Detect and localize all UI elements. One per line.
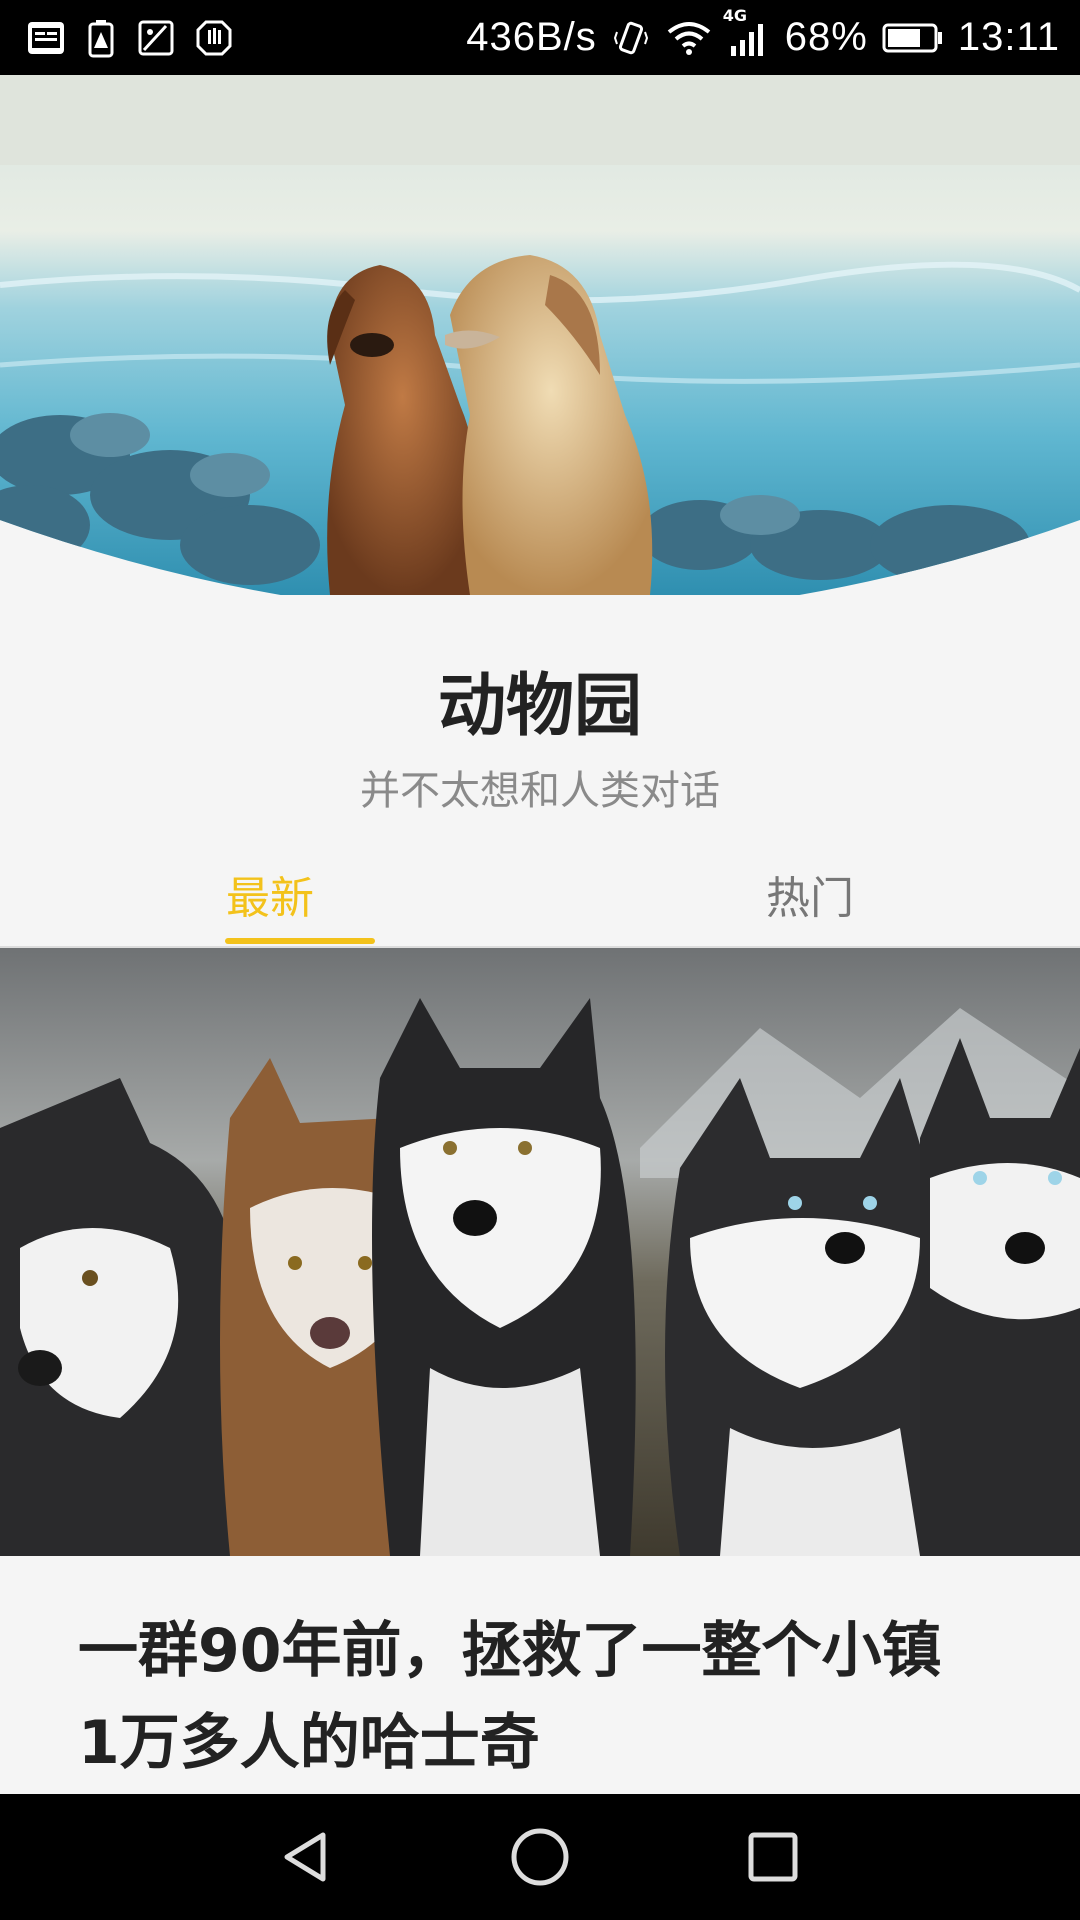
network-type: 4G: [722, 5, 748, 25]
battery-warning-icon: [84, 18, 118, 58]
article-cover-image[interactable]: [0, 948, 1080, 1556]
recents-icon[interactable]: [728, 1812, 818, 1902]
vibrate-icon: [611, 18, 651, 58]
status-right: 436B/s 4G 68% 13:11: [466, 6, 1060, 60]
toutiao-app-icon: [26, 18, 66, 58]
hero-dogs-image: [0, 75, 1080, 595]
battery-percent: 68%: [784, 15, 868, 59]
page-subtitle: 并不太想和人类对话: [360, 768, 720, 814]
back-icon[interactable]: [262, 1812, 352, 1902]
tab-bar: 最新 热门: [0, 840, 1080, 948]
hand-icon: [194, 18, 234, 58]
wifi-icon: [665, 18, 713, 58]
system-nav-bar: [0, 1794, 1080, 1920]
net-speed: 436B/s: [466, 15, 597, 59]
status-bar: 436B/s 4G 68% 13:11: [0, 0, 1080, 75]
huskies-image: [0, 948, 1080, 1556]
image-icon: [136, 18, 176, 58]
tab-active-indicator: [225, 938, 375, 944]
home-icon[interactable]: [495, 1812, 585, 1902]
clock: 13:11: [957, 15, 1060, 59]
tab-latest[interactable]: 最新: [0, 840, 540, 948]
article-title[interactable]: 一群90年前，拯救了一整个小镇1万多人的哈士奇: [78, 1605, 978, 1789]
battery-icon: [882, 21, 944, 55]
page-title: 动物园: [437, 667, 642, 746]
signal-icon: 4G: [723, 6, 771, 58]
hero-banner: [0, 75, 1080, 595]
status-left-icons: [26, 18, 234, 58]
tab-hot[interactable]: 热门: [540, 840, 1080, 948]
husky-3: [372, 998, 636, 1556]
